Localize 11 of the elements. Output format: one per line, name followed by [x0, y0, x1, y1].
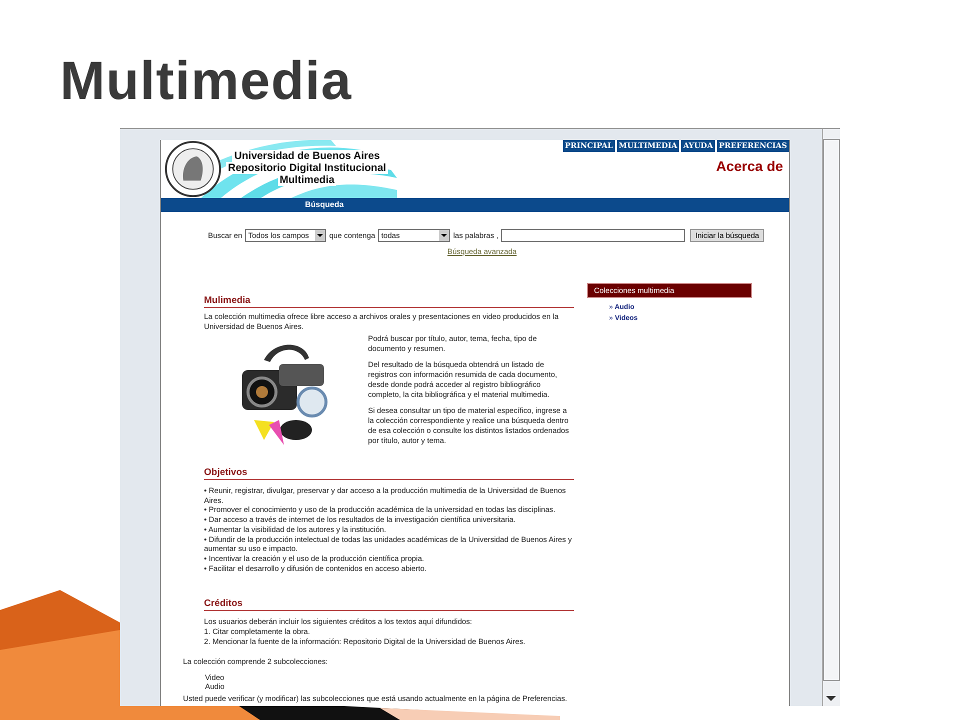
- section-heading: Objetivos: [204, 467, 574, 480]
- slide-title: Multimedia: [59, 50, 354, 110]
- section-heading: Mulimedia: [204, 295, 574, 308]
- page-title: Acerca de: [716, 158, 784, 174]
- site-title: Multimedia: [278, 174, 336, 186]
- site-title: Repositorio Digital Institucional: [226, 162, 388, 174]
- section-heading: Créditos: [204, 598, 574, 612]
- scrollbar[interactable]: [822, 129, 840, 706]
- section-bar-title: Búsqueda: [305, 200, 344, 209]
- search-field[interactable]: [501, 229, 686, 242]
- site-title: Universidad de Buenos Aires: [232, 150, 382, 162]
